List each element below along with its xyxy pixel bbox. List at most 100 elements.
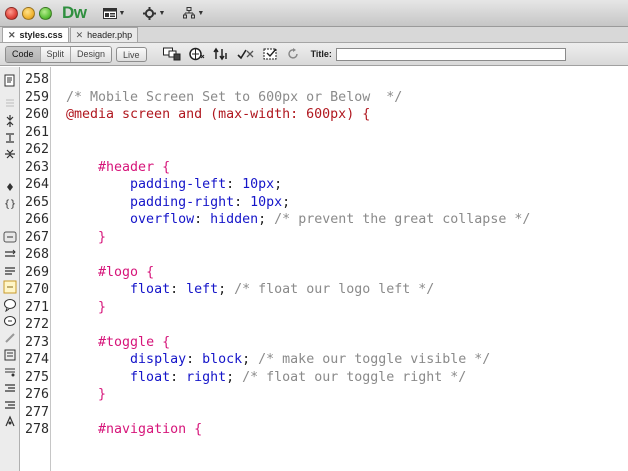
code-token: { bbox=[154, 159, 171, 175]
line-number: 274 bbox=[25, 352, 50, 367]
code-token: /* float our logo left */ bbox=[234, 282, 435, 297]
code-token: } bbox=[98, 387, 107, 402]
wrap-tag-icon[interactable] bbox=[3, 298, 17, 312]
document-tab-bar: ✕ styles.css ✕ header.php bbox=[0, 27, 628, 43]
preview-in-browser-icon[interactable] bbox=[188, 47, 205, 61]
multiscreen-icon[interactable] bbox=[162, 47, 181, 61]
code-token: : bbox=[194, 212, 211, 227]
tool-icon[interactable] bbox=[3, 414, 17, 428]
move-css-icon[interactable] bbox=[3, 331, 17, 345]
outdent-icon[interactable] bbox=[3, 364, 17, 378]
line-number: 263 bbox=[25, 159, 50, 175]
line-number: 271 bbox=[25, 299, 50, 315]
code-token: overflow bbox=[130, 212, 195, 227]
line-number: 259 bbox=[25, 89, 50, 105]
code-line[interactable]: @media screen and (max-width: 600px) { bbox=[66, 106, 370, 123]
layout-menu-button[interactable]: ▼ bbox=[102, 7, 125, 19]
code-line[interactable]: display: block; /* make our toggle visib… bbox=[66, 351, 490, 368]
code-token: } bbox=[98, 299, 107, 315]
minimize-window-button[interactable] bbox=[22, 6, 35, 20]
code-line[interactable]: padding-left: 10px; bbox=[66, 176, 282, 193]
line-number: 270 bbox=[25, 282, 50, 297]
line-numbers-icon[interactable] bbox=[3, 180, 17, 194]
split-view-button[interactable]: Split bbox=[40, 46, 72, 62]
line-number: 275 bbox=[25, 369, 50, 385]
code-editor[interactable]: /* Mobile Screen Set to 600px or Below *… bbox=[52, 67, 628, 471]
visual-aids-icon[interactable] bbox=[263, 47, 279, 61]
line-number: 258 bbox=[25, 72, 50, 87]
line-number: 267 bbox=[25, 229, 50, 245]
code-token: block bbox=[202, 352, 243, 367]
apply-comment-icon[interactable] bbox=[3, 264, 17, 278]
zoom-window-button[interactable] bbox=[39, 6, 52, 20]
code-token: #logo bbox=[98, 264, 139, 280]
code-token: } bbox=[98, 229, 107, 245]
code-token: padding-right bbox=[130, 194, 235, 210]
collapse-icon[interactable] bbox=[3, 96, 17, 110]
code-token: /* make our toggle visible */ bbox=[258, 352, 491, 367]
design-view-button[interactable]: Design bbox=[71, 46, 112, 62]
refresh-icon[interactable] bbox=[287, 47, 299, 61]
code-line[interactable]: padding-right: 10px; bbox=[66, 194, 290, 211]
remove-comment-icon[interactable] bbox=[3, 280, 17, 294]
code-line[interactable]: float: right; /* float our toggle right … bbox=[66, 369, 466, 386]
code-token: hidden bbox=[210, 212, 259, 227]
line-number: 260 bbox=[25, 107, 50, 122]
code-token: : bbox=[170, 369, 187, 385]
document-tools bbox=[162, 47, 299, 61]
expand-all-icon[interactable] bbox=[3, 114, 17, 128]
gear-icon bbox=[143, 6, 157, 20]
close-icon[interactable]: ✕ bbox=[8, 30, 16, 41]
close-window-button[interactable] bbox=[5, 6, 18, 20]
line-number: 273 bbox=[25, 334, 50, 350]
code-line[interactable]: #header { bbox=[66, 159, 170, 176]
indent-icon[interactable] bbox=[3, 348, 17, 362]
line-number-gutter: 258 259 260 261 262 263 264 265 266 267 268 269 270 2… bbox=[21, 67, 51, 471]
document-title-input[interactable] bbox=[335, 47, 566, 61]
view-switcher: Code Split Design bbox=[5, 45, 113, 63]
chevron-down-icon: ▼ bbox=[197, 9, 205, 17]
code-line[interactable]: overflow: hidden; /* prevent the great c… bbox=[66, 211, 530, 228]
recent-snippets-icon[interactable] bbox=[3, 315, 17, 329]
code-line[interactable]: #navigation { bbox=[66, 421, 202, 438]
close-icon[interactable]: ✕ bbox=[76, 30, 84, 41]
line-number: 277 bbox=[25, 404, 50, 420]
format-source-icon[interactable] bbox=[3, 381, 17, 395]
code-line[interactable]: float: left; /* float our logo left */ bbox=[66, 281, 434, 298]
select-parent-icon[interactable] bbox=[3, 131, 17, 145]
code-token: : bbox=[226, 177, 243, 192]
open-documents-icon[interactable] bbox=[3, 74, 17, 88]
live-view-button[interactable]: Live bbox=[116, 46, 147, 62]
check-browser-compat-icon[interactable] bbox=[236, 47, 255, 61]
site-menu-button[interactable]: ▼ bbox=[183, 7, 204, 19]
tab-styles-css[interactable]: ✕ styles.css bbox=[2, 27, 69, 42]
highlight-invalid-icon[interactable]: {} bbox=[3, 196, 17, 210]
file-management-icon[interactable] bbox=[212, 47, 229, 61]
code-token: float bbox=[130, 369, 171, 385]
code-line[interactable]: #toggle { bbox=[66, 334, 170, 351]
code-line[interactable]: } bbox=[66, 299, 106, 316]
code-token: { bbox=[186, 422, 203, 437]
code-token: { bbox=[138, 264, 155, 280]
balance-braces-icon[interactable] bbox=[3, 147, 17, 161]
tool-icon[interactable] bbox=[3, 398, 17, 412]
code-line[interactable]: #logo { bbox=[66, 264, 154, 281]
code-token: ; bbox=[242, 352, 259, 367]
code-line[interactable]: } bbox=[66, 229, 106, 246]
word-wrap-icon[interactable] bbox=[3, 230, 17, 244]
syntax-error-icon[interactable] bbox=[3, 247, 17, 261]
settings-menu-button[interactable]: ▼ bbox=[143, 6, 165, 20]
code-line[interactable]: } bbox=[66, 386, 106, 403]
code-line[interactable]: /* Mobile Screen Set to 600px or Below *… bbox=[66, 89, 402, 106]
code-token: padding-left bbox=[130, 177, 227, 192]
coding-toolbar: {} bbox=[0, 67, 20, 471]
tab-header-php[interactable]: ✕ header.php bbox=[69, 27, 139, 42]
code-token: ; bbox=[258, 212, 275, 227]
code-view-button[interactable]: Code bbox=[6, 46, 41, 62]
code-token: float bbox=[130, 282, 171, 297]
